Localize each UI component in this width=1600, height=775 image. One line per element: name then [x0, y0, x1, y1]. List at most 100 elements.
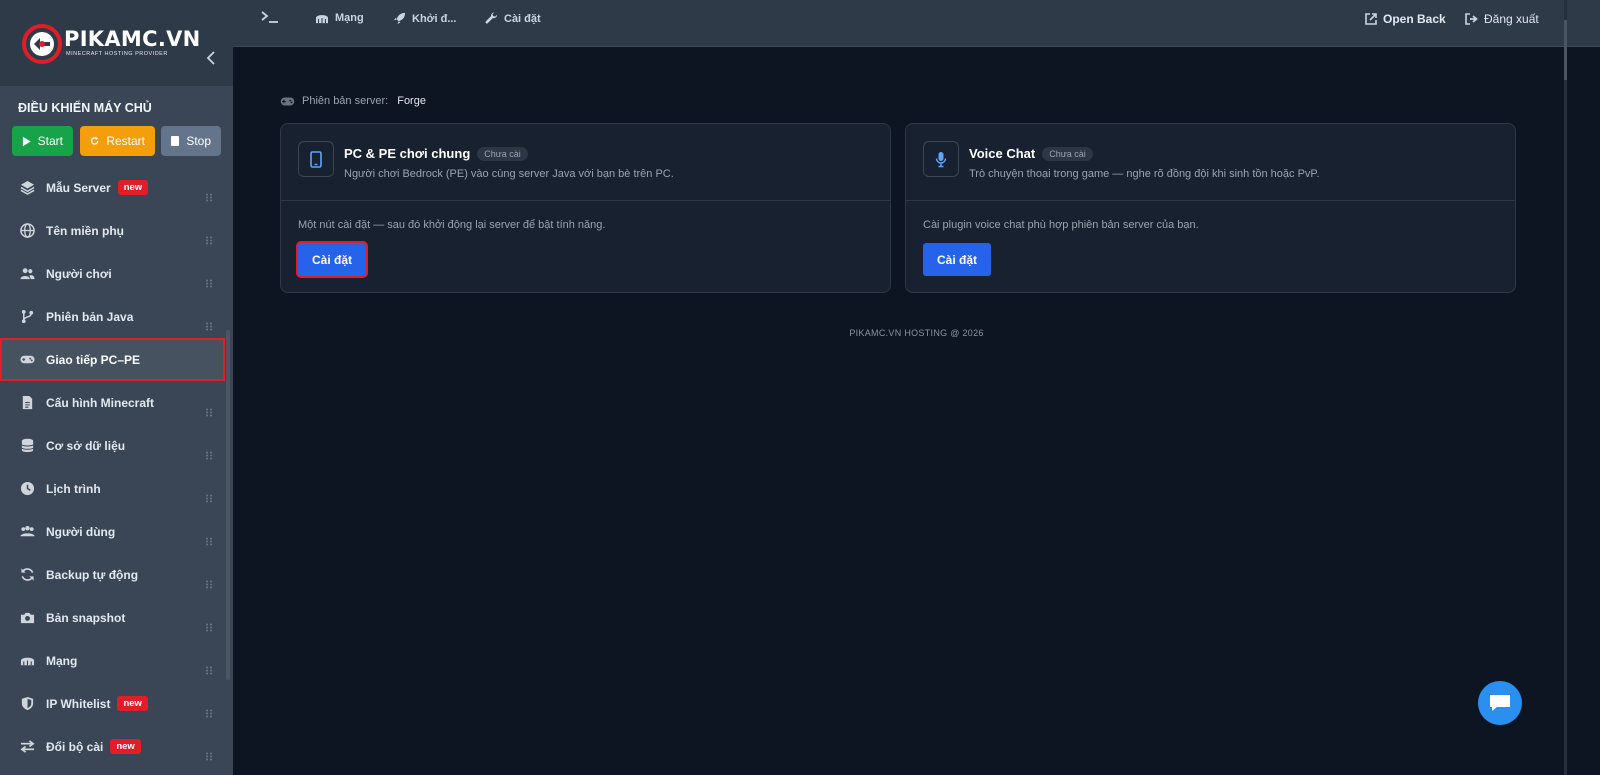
open-back-label: Open Back: [1383, 12, 1446, 26]
sidebar-item-minecraft-config[interactable]: Cấu hình Minecraft: [0, 381, 225, 424]
new-badge: new: [110, 739, 141, 754]
card-title-text: PC & PE chơi chung: [344, 146, 471, 161]
sidebar-item-label: Giao tiếp PC–PE: [46, 352, 141, 367]
mobile-icon: [310, 150, 322, 168]
status-badge: Chưa cài: [477, 146, 528, 161]
sidebar-item-database[interactable]: Cơ sở dữ liệu: [0, 424, 225, 467]
sidebar-item-pc-pe-bridge[interactable]: Giao tiếp PC–PE: [0, 338, 225, 381]
drag-handle-icon[interactable]: [205, 580, 213, 589]
logo-icon: [22, 24, 62, 64]
main-content: Phiên bản server: Forge PC & PE chơi chu…: [233, 48, 1600, 775]
stop-icon: [171, 136, 180, 146]
sidebar-item-java-version[interactable]: Phiên bản Java: [0, 295, 225, 338]
server-version-label: Phiên bản server:: [302, 95, 389, 107]
install-button[interactable]: Cài đặt: [298, 243, 366, 276]
brand-subtitle: MINECRAFT HOSTING PROVIDER: [66, 51, 168, 57]
branch-icon: [21, 309, 34, 324]
gamepad-icon: [20, 355, 35, 364]
drag-handle-icon[interactable]: [205, 193, 213, 202]
sidebar-item-schedule[interactable]: Lịch trình: [0, 467, 225, 510]
feature-card-voice-chat: Voice Chat Chưa cài Trò chuyện thoại tro…: [905, 123, 1516, 293]
sidebar: PIKAMC.VN MINECRAFT HOSTING PROVIDER ĐIỀ…: [0, 0, 233, 775]
drag-handle-icon[interactable]: [205, 408, 213, 417]
drag-handle-icon[interactable]: [205, 752, 213, 761]
users-icon: [20, 268, 35, 280]
network-icon: [316, 15, 328, 24]
page-scrollbar-track[interactable]: [1564, 0, 1567, 775]
sidebar-scrollbar[interactable]: [226, 330, 230, 680]
card-title: Voice Chat Chưa cài: [969, 146, 1093, 161]
sidebar-item-label: Cơ sở dữ liệu: [46, 438, 126, 453]
drag-handle-icon[interactable]: [205, 451, 213, 460]
network-link[interactable]: Mạng: [315, 12, 364, 24]
card-description: Trò chuyện thoại trong game — nghe rõ đồ…: [969, 168, 1320, 180]
startup-link[interactable]: Khởi đ...: [393, 12, 456, 25]
sidebar-item-label: Lịch trình: [46, 481, 101, 496]
drag-handle-icon[interactable]: [205, 494, 213, 503]
install-button[interactable]: Cài đặt: [923, 243, 991, 276]
sign-out-icon: [1465, 13, 1478, 25]
sidebar-item-server-templates[interactable]: Mẫu Server new: [0, 166, 225, 209]
shield-icon: [21, 696, 34, 711]
server-version-value: Forge: [397, 95, 426, 107]
drag-handle-icon[interactable]: [205, 709, 213, 718]
sidebar-item-label: IP Whitelist: [46, 696, 111, 711]
drag-handle-icon[interactable]: [205, 322, 213, 331]
card-divider: [906, 200, 1515, 201]
play-icon: [22, 136, 31, 146]
footer-copyright: PIKAMC.VN HOSTING @ 2026: [849, 328, 984, 338]
drag-handle-icon[interactable]: [205, 236, 213, 245]
new-badge: new: [117, 180, 149, 195]
page-scrollbar-thumb[interactable]: [1564, 20, 1567, 80]
sidebar-item-snapshot[interactable]: Bản snapshot: [0, 596, 225, 639]
sidebar-item-users[interactable]: Người dùng: [0, 510, 225, 553]
server-control-title: ĐIỀU KHIỂN MÁY CHỦ: [18, 101, 152, 115]
sidebar-item-label: Cấu hình Minecraft: [46, 395, 155, 410]
open-back-link[interactable]: Open Back: [1365, 12, 1446, 26]
card-description: Người chơi Bedrock (PE) vào cùng server …: [344, 168, 674, 180]
sidebar-item-auto-backup[interactable]: Backup tự động: [0, 553, 225, 596]
card-title: PC & PE chơi chung Chưa cài: [344, 146, 528, 161]
chevron-left-icon[interactable]: [205, 51, 217, 65]
stop-label: Stop: [186, 134, 211, 148]
sidebar-item-label: Tên miền phụ: [46, 223, 124, 238]
card-note: Cài plugin voice chat phù hợp phiên bản …: [923, 219, 1199, 231]
network-label: Mạng: [335, 12, 364, 24]
drag-handle-icon[interactable]: [205, 537, 213, 546]
sidebar-item-network[interactable]: Mạng: [0, 639, 225, 682]
drag-handle-icon[interactable]: [205, 666, 213, 675]
sidebar-item-label: Phiên bản Java: [46, 309, 134, 324]
external-link-icon: [1365, 13, 1377, 25]
logout-link[interactable]: Đăng xuất: [1465, 12, 1539, 26]
card-icon-box: [298, 141, 334, 177]
card-divider: [281, 200, 890, 201]
database-icon: [21, 438, 34, 452]
sidebar-item-subdomain[interactable]: Tên miền phụ: [0, 209, 225, 252]
gamepad-icon: [280, 96, 295, 106]
logo-area: PIKAMC.VN MINECRAFT HOSTING PROVIDER: [0, 0, 233, 86]
layers-icon: [20, 180, 35, 195]
sidebar-item-ip-whitelist[interactable]: IP Whitelist new: [0, 682, 225, 725]
status-badge: Chưa cài: [1042, 146, 1093, 161]
start-button[interactable]: Start: [12, 126, 73, 156]
sidebar-item-change-installer[interactable]: Đổi bộ cài new: [0, 725, 225, 768]
chat-widget-button[interactable]: [1478, 681, 1522, 725]
network-icon: [20, 657, 35, 666]
file-icon: [22, 395, 33, 410]
top-bar: Mạng Khởi đ... Cài đặt Open Back Đăng xu…: [233, 0, 1600, 47]
settings-link[interactable]: Cài đặt: [485, 12, 541, 25]
sidebar-item-players[interactable]: Người chơi: [0, 252, 225, 295]
restart-button[interactable]: Restart: [80, 126, 155, 156]
clock-icon: [20, 481, 35, 496]
card-title-text: Voice Chat: [969, 146, 1036, 161]
console-link[interactable]: [261, 10, 279, 24]
drag-handle-icon[interactable]: [205, 279, 213, 288]
terminal-icon: [261, 11, 278, 23]
settings-label: Cài đặt: [504, 12, 541, 25]
stop-button[interactable]: Stop: [161, 126, 221, 156]
sidebar-item-label: Người dùng: [46, 524, 116, 539]
refresh-icon: [21, 568, 34, 581]
chat-icon: [1490, 695, 1510, 711]
drag-handle-icon[interactable]: [205, 623, 213, 632]
logout-label: Đăng xuất: [1484, 12, 1539, 26]
